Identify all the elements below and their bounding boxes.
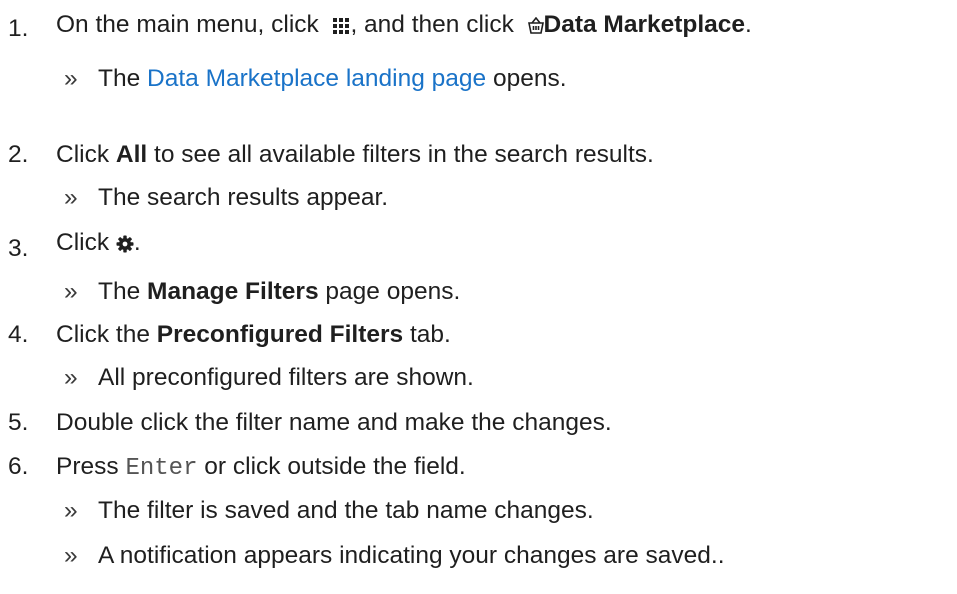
result-bullet: »: [64, 497, 78, 524]
result-text: The filter is saved and the tab name cha…: [98, 497, 594, 524]
result-text: opens.: [492, 65, 567, 92]
step-4-result: » All preconfigured filters are shown.: [64, 363, 474, 393]
step-text: Click: [56, 229, 110, 256]
result-bullet: »: [64, 184, 78, 211]
grid-menu-icon: [332, 13, 350, 43]
basket-icon: [527, 13, 544, 43]
step-6-result-1: » The filter is saved and the tab name ch…: [64, 496, 594, 526]
ui-label-preconfigured-filters: Preconfigured Filters: [156, 321, 404, 348]
step-text: , and then click: [350, 11, 514, 38]
step-text: Double click the filter name and make th…: [56, 409, 612, 436]
step-number: 1.: [8, 15, 29, 42]
step-6-result-2: » A notification appears indicating your …: [64, 541, 725, 571]
result-text: The search results appear.: [98, 184, 389, 211]
procedure-document: 1. On the main menu, click , and then cl…: [0, 0, 957, 594]
result-bullet: »: [64, 364, 78, 391]
step-number: 2.: [8, 141, 29, 168]
step-text: Click: [56, 141, 110, 168]
result-bullet: »: [64, 542, 78, 569]
result-bullet: »: [64, 65, 78, 92]
result-bullet: »: [64, 278, 78, 305]
step-1-result: » The Data Marketplace landing page opens…: [64, 64, 567, 94]
step-text: .: [133, 229, 141, 256]
step-text: Click the: [56, 321, 150, 348]
ui-label-data-marketplace: Data Marketplace: [543, 11, 746, 38]
step-text: .: [745, 11, 752, 38]
step-number: 5.: [8, 409, 29, 436]
step-text: or click outside the field.: [204, 453, 466, 480]
result-text: page opens.: [325, 278, 461, 305]
step-number: 6.: [8, 453, 29, 480]
key-enter: Enter: [125, 455, 198, 482]
gear-icon: [116, 231, 134, 261]
ui-label-all: All: [115, 141, 148, 168]
step-number: 3.: [8, 235, 29, 262]
step-text: tab.: [410, 321, 451, 348]
step-3-result: » The Manage Filters page opens.: [64, 277, 460, 307]
result-text: All preconfigured filters are shown.: [98, 364, 474, 391]
ui-label-manage-filters: Manage Filters: [147, 278, 319, 305]
result-text: The: [98, 65, 141, 92]
step-2-result: » The search results appear.: [64, 183, 388, 213]
step-number: 4.: [8, 321, 29, 348]
data-marketplace-landing-page-link[interactable]: Data Marketplace landing page: [147, 65, 486, 92]
step-text: to see all available filters in the sear…: [154, 141, 654, 168]
step-text: On the main menu, click: [56, 11, 319, 38]
result-text: The: [98, 278, 141, 305]
step-text: Press: [56, 453, 119, 480]
result-text: A notification appears indicating your c…: [98, 542, 725, 569]
